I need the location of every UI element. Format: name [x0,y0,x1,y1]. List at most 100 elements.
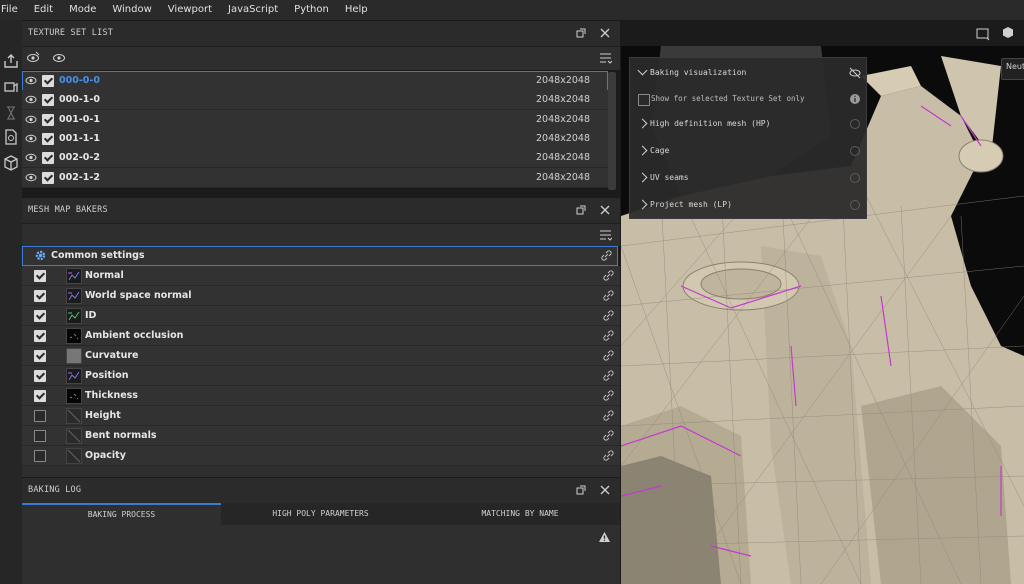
show-selected-row[interactable]: Show for selected Texture Set only [630,86,866,112]
link-icon[interactable] [603,270,614,281]
undock-icon[interactable] [574,26,588,40]
link-icon[interactable] [603,390,614,401]
undock-icon[interactable] [574,203,588,217]
eye-icon[interactable] [25,133,37,144]
menu-file[interactable]: File [0,0,26,20]
baking-log-header: BAKING LOG [22,478,620,504]
baker-row[interactable]: World space normal [22,286,620,306]
baker-checkbox[interactable] [34,330,46,342]
link-icon[interactable] [603,350,614,361]
menu-viewport[interactable]: Viewport [160,0,220,20]
menu-python[interactable]: Python [286,0,337,20]
baker-row[interactable]: ID [22,306,620,326]
overlay-item-uv-seams[interactable]: UV seams [630,165,866,191]
baker-row[interactable]: Position [22,366,620,386]
bake-icon[interactable] [2,78,20,96]
list-options-icon[interactable] [599,229,612,241]
link-icon[interactable] [601,250,612,261]
cube-icon[interactable] [2,154,20,172]
visibility-options-icon[interactable] [26,51,41,65]
baker-row[interactable]: Thickness [22,386,620,406]
menu-javascript[interactable]: JavaScript [220,0,286,20]
texture-set-row[interactable]: 000-0-0 2048x2048 [22,71,608,91]
common-settings-row[interactable]: Common settings [22,246,618,266]
baker-thumbnail [66,388,82,404]
eye-icon[interactable] [25,75,37,86]
visibility-icon[interactable] [849,172,861,184]
texture-set-checkbox[interactable] [42,94,54,107]
list-options-icon[interactable] [599,52,612,64]
link-icon[interactable] [603,310,614,321]
texture-set-row[interactable]: 000-1-0 2048x2048 [22,90,608,111]
baker-checkbox[interactable] [34,270,46,282]
eye-icon[interactable] [25,114,37,125]
eye-icon[interactable] [25,94,37,105]
overlay-item-cage[interactable]: Cage [630,138,866,164]
baker-checkbox[interactable] [34,290,46,302]
texture-set-checkbox[interactable] [42,75,54,87]
hourglass-icon[interactable] [2,104,20,122]
tab-high-poly-parameters[interactable]: HIGH POLY PARAMETERS [221,503,420,525]
menu-edit[interactable]: Edit [26,0,61,20]
link-icon[interactable] [603,450,614,461]
baker-checkbox[interactable] [34,410,46,422]
cube-icon[interactable] [1001,26,1015,40]
texture-set-row[interactable]: 001-0-1 2048x2048 [22,109,608,130]
baker-row[interactable]: Ambient occlusion [22,326,620,346]
tab-baking-process[interactable]: BAKING PROCESS [22,503,221,525]
overlay-item-lp[interactable]: Project mesh (LP) [630,192,866,218]
texture-set-row[interactable]: 001-1-1 2048x2048 [22,128,608,149]
baker-row[interactable]: Curvature [22,346,620,366]
visibility-icon[interactable] [849,118,861,130]
texture-set-row[interactable]: 002-0-2 2048x2048 [22,148,608,169]
baker-row[interactable]: Bent normals [22,426,620,446]
eye-icon[interactable] [25,152,37,163]
baker-checkbox[interactable] [34,450,46,462]
baking-visualization-header[interactable]: Baking visualization [630,60,866,86]
close-icon[interactable] [598,26,612,40]
overlay-item-hp[interactable]: High definition mesh (HP) [630,111,866,137]
eye-icon[interactable] [52,51,67,65]
texture-set-checkbox[interactable] [42,171,54,184]
texture-set-row[interactable]: 002-1-2 2048x2048 [22,167,608,188]
menu-help[interactable]: Help [337,0,376,20]
eye-off-icon[interactable] [849,67,861,79]
show-selected-checkbox[interactable] [638,94,650,106]
shading-mode-dropdown[interactable]: Neut [1001,58,1024,80]
texture-set-checkbox[interactable] [42,113,54,126]
document-icon[interactable] [2,128,20,146]
warning-icon[interactable] [598,531,611,543]
baker-checkbox[interactable] [34,370,46,382]
baker-checkbox[interactable] [34,390,46,402]
close-icon[interactable] [598,483,612,497]
visibility-icon[interactable] [849,199,861,211]
baker-name: ID [85,310,97,321]
link-icon[interactable] [603,330,614,341]
menu-mode[interactable]: Mode [61,0,104,20]
export-icon[interactable] [2,52,20,70]
eye-icon[interactable] [25,172,37,183]
texture-set-scrollbar[interactable] [608,72,616,190]
link-icon[interactable] [603,430,614,441]
texture-set-checkbox[interactable] [42,132,54,145]
baker-row[interactable]: Height [22,406,620,426]
close-icon[interactable] [598,203,612,217]
baking-log-tabs: BAKING PROCESS HIGH POLY PARAMETERS MATC… [22,503,620,525]
baker-checkbox[interactable] [34,350,46,362]
visibility-icon[interactable] [849,145,861,157]
baker-thumbnail [66,268,82,284]
bakers-footer [22,466,620,477]
baker-row[interactable]: Opacity [22,446,620,466]
info-icon[interactable] [849,93,861,105]
baker-checkbox[interactable] [34,310,46,322]
baker-row[interactable]: Normal [22,266,620,286]
link-icon[interactable] [603,370,614,381]
frame-icon[interactable] [975,27,991,41]
texture-set-checkbox[interactable] [42,152,54,165]
baker-checkbox[interactable] [34,430,46,442]
undock-icon[interactable] [574,483,588,497]
tab-matching-by-name[interactable]: MATCHING BY NAME [420,503,620,525]
menu-window[interactable]: Window [104,0,159,20]
link-icon[interactable] [603,410,614,421]
link-icon[interactable] [603,290,614,301]
